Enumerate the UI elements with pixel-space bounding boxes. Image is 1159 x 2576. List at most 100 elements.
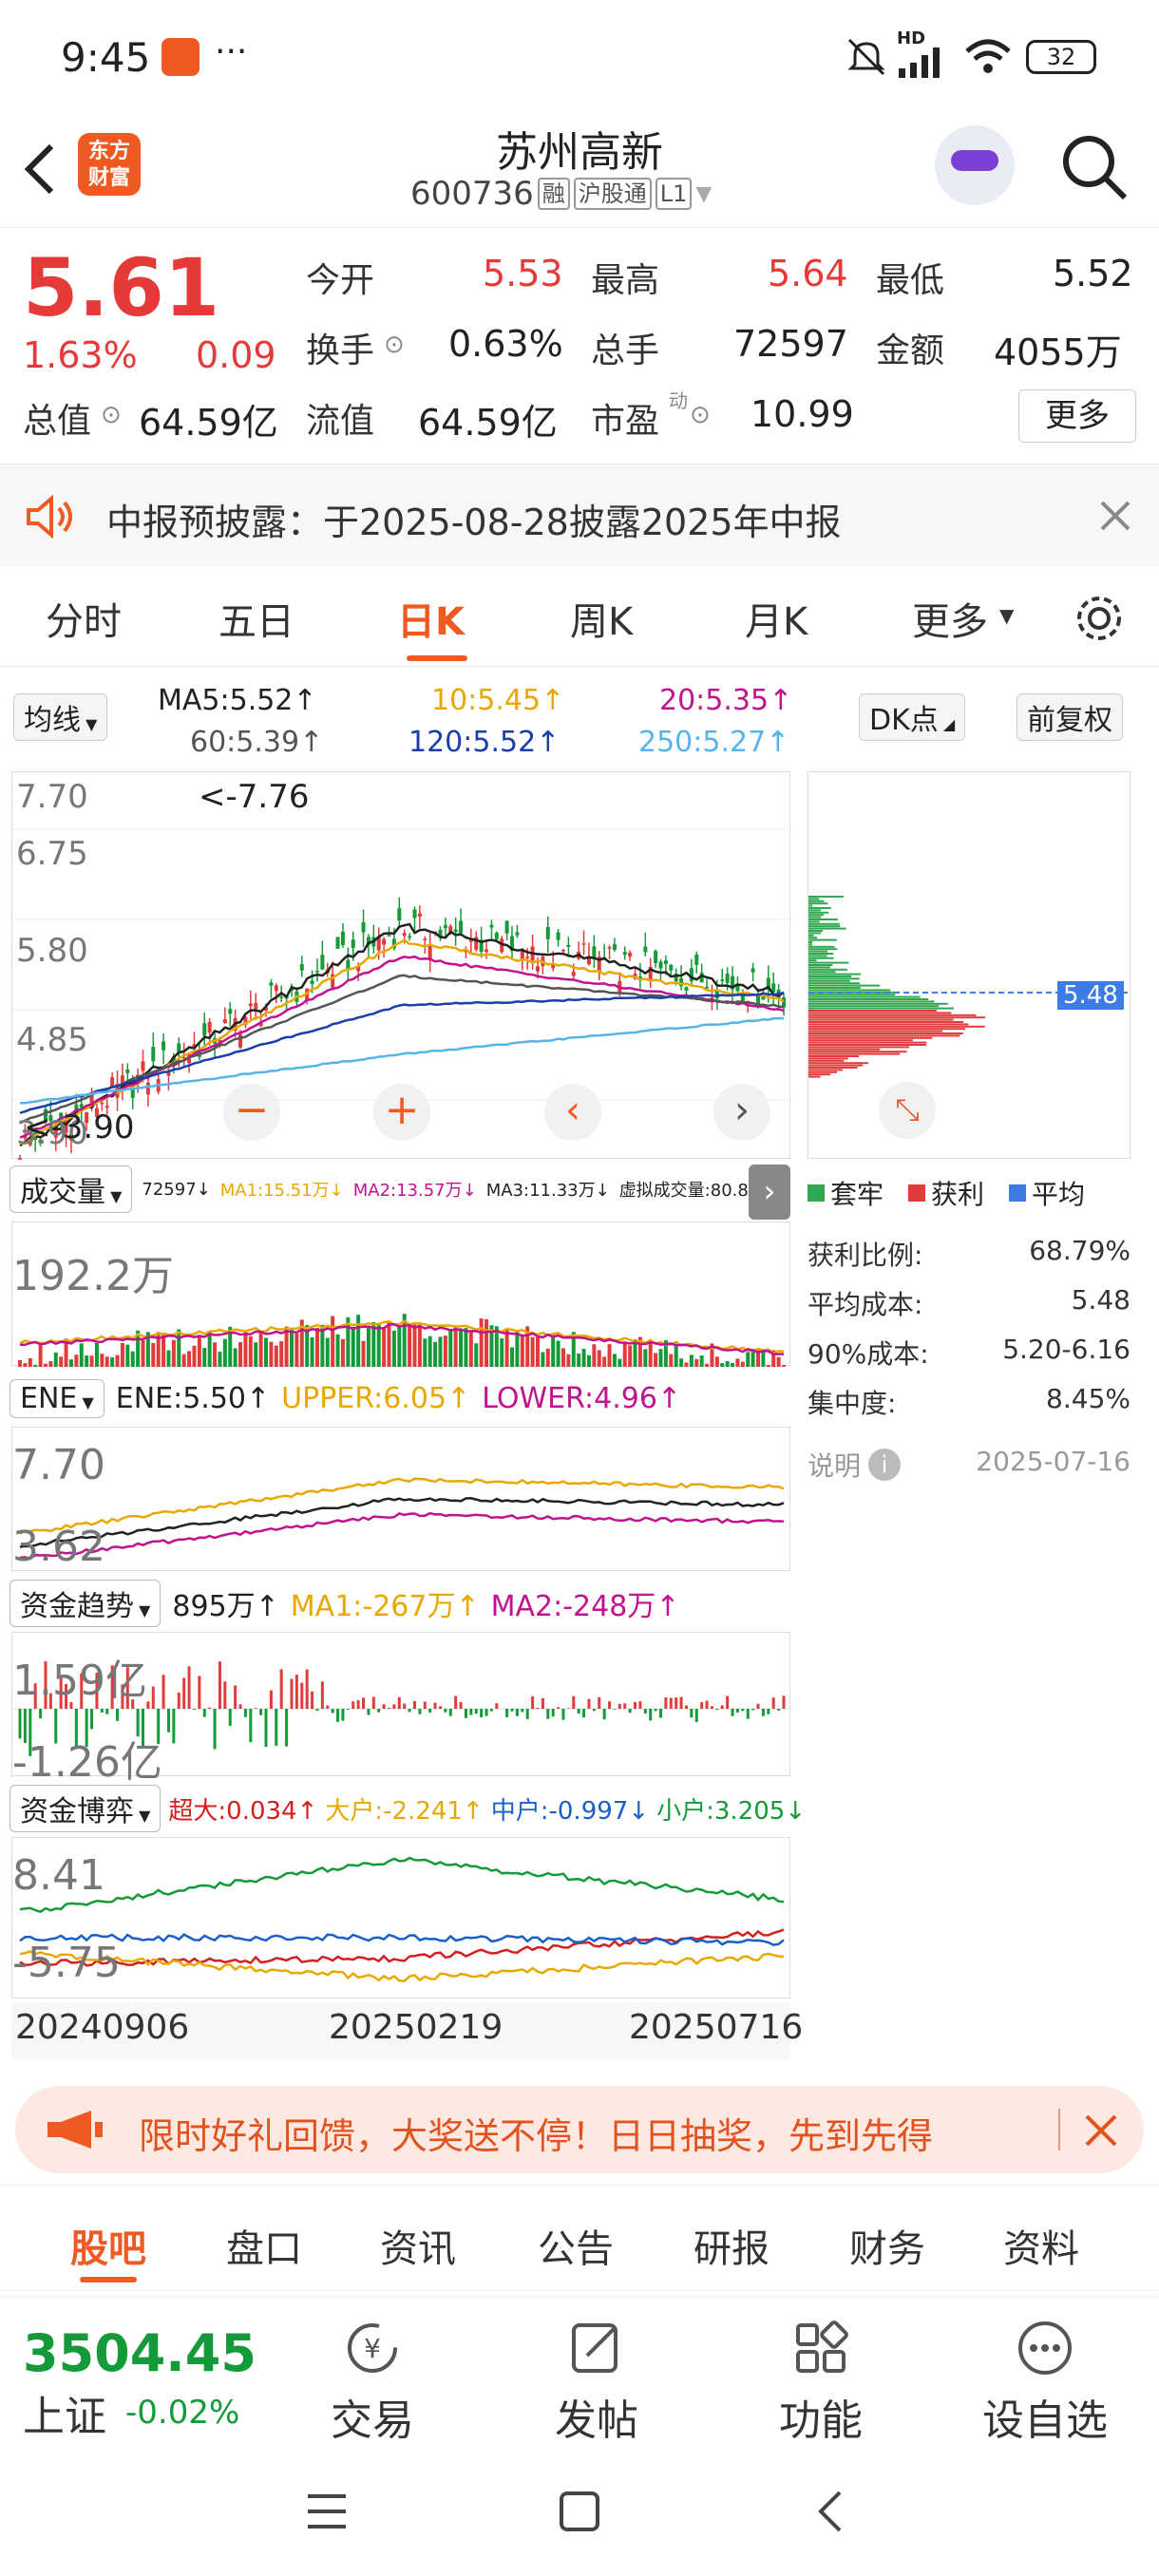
collapse-side-panel-button[interactable]: ›: [749, 1165, 790, 1220]
ma20-label: 20:5.35↑: [659, 684, 793, 717]
zoom-out-button[interactable]: −: [223, 1084, 280, 1141]
zoom-in-button[interactable]: +: [373, 1084, 430, 1141]
volume-bar: [391, 1330, 396, 1367]
search-icon[interactable]: [1058, 131, 1130, 203]
ene-legend: LOWER:4.96↑: [482, 1381, 682, 1415]
post-button[interactable]: 发帖: [521, 2318, 673, 2447]
ma5-label: MA5:5.52↑: [158, 684, 317, 717]
fund-trend-bar: [546, 1709, 550, 1719]
expand-icon[interactable]: ⤡: [879, 1082, 936, 1139]
tab-five-day[interactable]: 五日: [218, 591, 294, 646]
chip-bar: [808, 1016, 986, 1019]
ene-selector[interactable]: ENE ▼: [10, 1378, 104, 1418]
adjust-button[interactable]: 前复权: [1016, 693, 1123, 741]
chip-distribution[interactable]: 5.48 ⤡: [808, 771, 1131, 1159]
tab-daily-k[interactable]: 日K: [397, 591, 465, 646]
chip-bar: [808, 971, 836, 974]
trade-button[interactable]: ¥ 交易: [296, 2318, 448, 2447]
tab-intraday[interactable]: 分时: [46, 591, 122, 646]
tab-order-book[interactable]: 盘口: [226, 2218, 302, 2273]
fund-trend-bar: [300, 1682, 304, 1709]
promo-banner[interactable]: 限时好礼回馈，大奖送不停！日日抽奖，先到先得: [15, 2086, 1144, 2173]
back-icon[interactable]: [815, 2489, 846, 2534]
add-watchlist-button[interactable]: 设自选: [969, 2318, 1121, 2447]
fund-game-chart[interactable]: 8.41 -5.75: [11, 1837, 790, 1998]
index-ticker[interactable]: 3504.45 上证 -0.02%: [23, 2325, 256, 2443]
tab-financials[interactable]: 财务: [849, 2218, 925, 2273]
volume-bar: [33, 1364, 38, 1367]
tab-weekly-k[interactable]: 周K: [570, 591, 633, 646]
total-value-info-icon[interactable]: ⊙: [101, 401, 122, 429]
functions-button[interactable]: 功能: [745, 2318, 897, 2447]
volume-bar: [541, 1352, 545, 1367]
fund-trend-bar: [202, 1709, 206, 1717]
banner-close-icon[interactable]: [1085, 2114, 1117, 2147]
chip-bar: [808, 1028, 966, 1031]
ene-chart[interactable]: 7.70 3.62: [11, 1427, 790, 1571]
volume-bar: [382, 1327, 387, 1367]
fund-trend-selector[interactable]: 资金趋势 ▼: [10, 1580, 162, 1627]
chip-note[interactable]: 说明 i 2025-07-16: [808, 1446, 1130, 1484]
open-label: 今开: [306, 261, 375, 300]
tab-profile[interactable]: 资料: [1003, 2218, 1079, 2273]
volume-bar: [551, 1334, 556, 1367]
fund-trend-bar: [382, 1704, 386, 1709]
assistant-avatar[interactable]: [935, 125, 1015, 205]
chip-bar: [808, 1067, 858, 1069]
chip-bar: [808, 922, 840, 925]
banner-divider: [1058, 2109, 1060, 2150]
fund-trend-bar: [116, 1709, 120, 1721]
dropdown-arrow-icon: ▼: [695, 181, 712, 206]
volume-legend: MA1:15.51万↓: [219, 1181, 344, 1201]
stock-code-row[interactable]: 600736 融 沪股通 L1 ▼: [410, 175, 712, 213]
fund-trend-bar: [331, 1709, 334, 1714]
tab-monthly-k[interactable]: 月K: [745, 591, 808, 646]
fund-trend-bar: [694, 1709, 698, 1722]
indicator-selector[interactable]: 均线 ▼: [13, 693, 108, 741]
dk-point-button[interactable]: DK点 ◢: [859, 693, 966, 741]
close-icon[interactable]: [1100, 501, 1130, 531]
volume-bar: [766, 1364, 770, 1367]
candle-body: [145, 1082, 150, 1095]
chip-bar: [808, 919, 838, 920]
home-icon[interactable]: [559, 2491, 600, 2532]
volume-selector[interactable]: 成交量 ▼: [10, 1165, 133, 1213]
content-tabs: 股吧 盘口 资讯 公告 研报 财务 资料: [0, 2185, 1159, 2291]
candle-body: [402, 933, 407, 937]
volume-bar: [433, 1341, 438, 1367]
fund-trend-bar: [228, 1709, 232, 1726]
scroll-left-button[interactable]: ‹: [544, 1084, 601, 1141]
candle-body: [382, 938, 387, 945]
kline-chart[interactable]: 7.70 6.75 5.80 4.85 3.90 <-7.76 <-3.90 −…: [11, 771, 791, 1160]
scroll-right-button[interactable]: ›: [713, 1084, 770, 1141]
post-label: 发帖: [555, 2396, 638, 2445]
settings-gear-icon[interactable]: [1074, 593, 1125, 644]
fund-trend-chart[interactable]: 1.59亿 -1.26亿: [11, 1632, 791, 1787]
chip-bar: [808, 1055, 860, 1057]
fund-game-selector[interactable]: 资金博弈 ▼: [10, 1785, 162, 1832]
menu-icon[interactable]: [306, 2492, 348, 2530]
fund-trend-bar: [557, 1707, 560, 1709]
x-axis-label: 20240906: [15, 2008, 190, 2047]
volume-bar: [479, 1318, 484, 1367]
tab-news[interactable]: 资讯: [380, 2218, 456, 2273]
candle-body: [320, 955, 325, 970]
tab-research[interactable]: 研报: [694, 2218, 770, 2273]
float-value-label: 流值: [306, 402, 375, 441]
notice-bar[interactable]: 中报预披露：于2025-08-28披露2025年中报: [0, 464, 1159, 566]
battery-level: 32: [1046, 44, 1076, 70]
fund-trend-bar: [294, 1675, 298, 1709]
tab-forum[interactable]: 股吧: [70, 2218, 146, 2273]
candle-body: [361, 921, 366, 933]
more-button[interactable]: 更多: [1018, 389, 1136, 443]
fund-trend-bar: [684, 1705, 688, 1709]
change-amount: 0.09: [196, 334, 276, 376]
tab-announcements[interactable]: 公告: [538, 2218, 614, 2273]
volume-bar: [166, 1350, 171, 1367]
volume-chart[interactable]: 192.2万: [11, 1222, 790, 1367]
turnover-info-icon[interactable]: ⊙: [384, 331, 405, 359]
tab-more[interactable]: 更多: [912, 591, 988, 646]
fund-trend-bar: [777, 1709, 781, 1711]
chip-bar: [808, 909, 821, 912]
pe-info-icon[interactable]: ⊙: [690, 401, 711, 429]
